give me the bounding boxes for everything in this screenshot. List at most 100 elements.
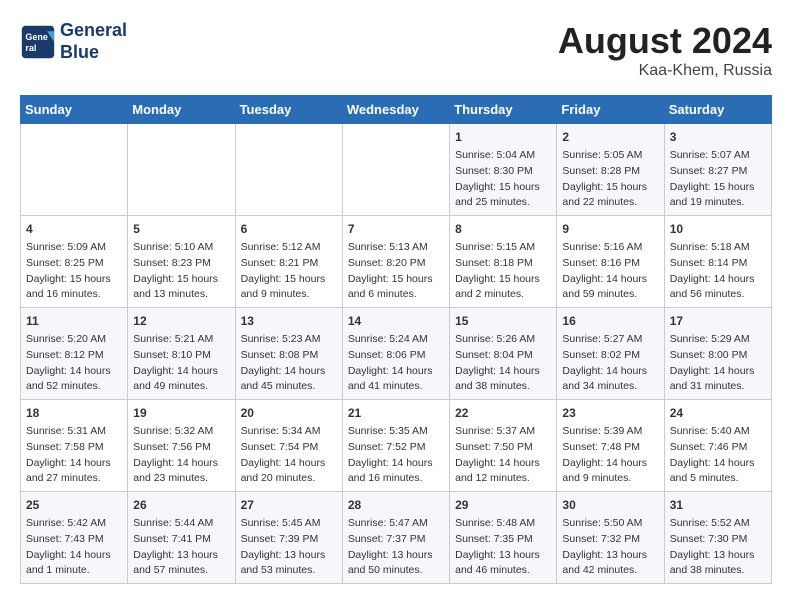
calendar-cell: 6Sunrise: 5:12 AMSunset: 8:21 PMDaylight…	[235, 216, 342, 308]
day-info: and 41 minutes.	[348, 379, 444, 395]
day-info: Sunset: 8:18 PM	[455, 256, 551, 272]
day-number: 21	[348, 404, 444, 422]
day-info: Daylight: 14 hours	[670, 456, 766, 472]
day-number: 10	[670, 220, 766, 238]
calendar-cell: 24Sunrise: 5:40 AMSunset: 7:46 PMDayligh…	[664, 400, 771, 492]
day-info: Sunrise: 5:31 AM	[26, 424, 122, 440]
day-info: Sunrise: 5:21 AM	[133, 332, 229, 348]
day-number: 30	[562, 496, 658, 514]
day-info: Sunrise: 5:09 AM	[26, 240, 122, 256]
day-info: Sunrise: 5:13 AM	[348, 240, 444, 256]
day-info: Daylight: 15 hours	[241, 272, 337, 288]
calendar-cell: 15Sunrise: 5:26 AMSunset: 8:04 PMDayligh…	[450, 308, 557, 400]
day-info: and 52 minutes.	[26, 379, 122, 395]
day-number: 9	[562, 220, 658, 238]
calendar-cell: 23Sunrise: 5:39 AMSunset: 7:48 PMDayligh…	[557, 400, 664, 492]
day-info: Daylight: 14 hours	[562, 456, 658, 472]
day-number: 16	[562, 312, 658, 330]
day-info: Daylight: 14 hours	[670, 364, 766, 380]
calendar-cell: 12Sunrise: 5:21 AMSunset: 8:10 PMDayligh…	[128, 308, 235, 400]
day-info: Sunset: 7:41 PM	[133, 532, 229, 548]
calendar-cell: 7Sunrise: 5:13 AMSunset: 8:20 PMDaylight…	[342, 216, 449, 308]
day-info: Sunrise: 5:16 AM	[562, 240, 658, 256]
day-info: and 6 minutes.	[348, 287, 444, 303]
day-number: 27	[241, 496, 337, 514]
day-info: Sunrise: 5:50 AM	[562, 516, 658, 532]
day-info: Daylight: 13 hours	[562, 548, 658, 564]
day-info: Sunset: 8:25 PM	[26, 256, 122, 272]
day-info: Daylight: 14 hours	[348, 456, 444, 472]
day-info: Sunset: 7:30 PM	[670, 532, 766, 548]
day-info: Sunrise: 5:35 AM	[348, 424, 444, 440]
day-info: Sunset: 8:00 PM	[670, 348, 766, 364]
weekday-header-saturday: Saturday	[664, 96, 771, 124]
day-info: Daylight: 14 hours	[133, 364, 229, 380]
calendar-cell: 27Sunrise: 5:45 AMSunset: 7:39 PMDayligh…	[235, 492, 342, 584]
day-number: 7	[348, 220, 444, 238]
day-info: and 27 minutes.	[26, 471, 122, 487]
day-info: and 2 minutes.	[455, 287, 551, 303]
calendar-cell: 14Sunrise: 5:24 AMSunset: 8:06 PMDayligh…	[342, 308, 449, 400]
day-info: Daylight: 14 hours	[455, 456, 551, 472]
day-number: 4	[26, 220, 122, 238]
week-row-1: 1Sunrise: 5:04 AMSunset: 8:30 PMDaylight…	[21, 124, 772, 216]
calendar-cell: 3Sunrise: 5:07 AMSunset: 8:27 PMDaylight…	[664, 124, 771, 216]
day-info: Daylight: 15 hours	[26, 272, 122, 288]
calendar-cell: 5Sunrise: 5:10 AMSunset: 8:23 PMDaylight…	[128, 216, 235, 308]
day-info: Sunset: 7:37 PM	[348, 532, 444, 548]
day-number: 13	[241, 312, 337, 330]
day-info: Sunset: 7:54 PM	[241, 440, 337, 456]
day-info: Sunset: 7:35 PM	[455, 532, 551, 548]
svg-text:Gene: Gene	[25, 32, 48, 42]
day-info: Daylight: 14 hours	[670, 272, 766, 288]
day-info: Sunrise: 5:05 AM	[562, 148, 658, 164]
day-info: Sunset: 7:52 PM	[348, 440, 444, 456]
day-info: and 38 minutes.	[670, 563, 766, 579]
calendar-cell	[342, 124, 449, 216]
week-row-3: 11Sunrise: 5:20 AMSunset: 8:12 PMDayligh…	[21, 308, 772, 400]
day-info: Daylight: 13 hours	[670, 548, 766, 564]
calendar-cell: 25Sunrise: 5:42 AMSunset: 7:43 PMDayligh…	[21, 492, 128, 584]
day-number: 15	[455, 312, 551, 330]
day-info: Sunset: 8:10 PM	[133, 348, 229, 364]
day-info: Sunset: 8:20 PM	[348, 256, 444, 272]
calendar-cell: 30Sunrise: 5:50 AMSunset: 7:32 PMDayligh…	[557, 492, 664, 584]
day-info: Sunset: 7:58 PM	[26, 440, 122, 456]
day-info: and 34 minutes.	[562, 379, 658, 395]
day-info: Sunrise: 5:18 AM	[670, 240, 766, 256]
day-info: Sunrise: 5:27 AM	[562, 332, 658, 348]
day-info: and 46 minutes.	[455, 563, 551, 579]
weekday-header-sunday: Sunday	[21, 96, 128, 124]
day-info: Sunrise: 5:37 AM	[455, 424, 551, 440]
calendar-cell: 21 Sunrise: 5:35 AMSunset: 7:52 PMDayligh…	[342, 400, 449, 492]
day-number: 23	[562, 404, 658, 422]
day-info: and 57 minutes.	[133, 563, 229, 579]
weekday-header-wednesday: Wednesday	[342, 96, 449, 124]
day-number: 20	[241, 404, 337, 422]
logo-line1: General	[60, 20, 127, 42]
calendar-cell: 2Sunrise: 5:05 AMSunset: 8:28 PMDaylight…	[557, 124, 664, 216]
day-info: Sunrise: 5:44 AM	[133, 516, 229, 532]
day-info: Daylight: 13 hours	[348, 548, 444, 564]
day-info: Sunrise: 5:45 AM	[241, 516, 337, 532]
weekday-header-tuesday: Tuesday	[235, 96, 342, 124]
day-info: and 25 minutes.	[455, 195, 551, 211]
day-info: Sunrise: 5:10 AM	[133, 240, 229, 256]
calendar-cell: 9Sunrise: 5:16 AMSunset: 8:16 PMDaylight…	[557, 216, 664, 308]
day-number: 14	[348, 312, 444, 330]
day-number: 6	[241, 220, 337, 238]
day-info: Daylight: 15 hours	[562, 180, 658, 196]
logo-icon: Gene ral	[20, 24, 56, 60]
day-info: Sunset: 8:08 PM	[241, 348, 337, 364]
day-info: and 20 minutes.	[241, 471, 337, 487]
day-number: 17	[670, 312, 766, 330]
day-info: Sunset: 8:27 PM	[670, 164, 766, 180]
location: Kaa-Khem, Russia	[558, 62, 772, 80]
day-info: Sunset: 8:12 PM	[26, 348, 122, 364]
calendar-cell: 31Sunrise: 5:52 AMSunset: 7:30 PMDayligh…	[664, 492, 771, 584]
svg-text:ral: ral	[25, 43, 36, 53]
day-info: Sunset: 7:48 PM	[562, 440, 658, 456]
day-info: Daylight: 14 hours	[133, 456, 229, 472]
day-info: Sunset: 8:16 PM	[562, 256, 658, 272]
day-info: Daylight: 14 hours	[348, 364, 444, 380]
